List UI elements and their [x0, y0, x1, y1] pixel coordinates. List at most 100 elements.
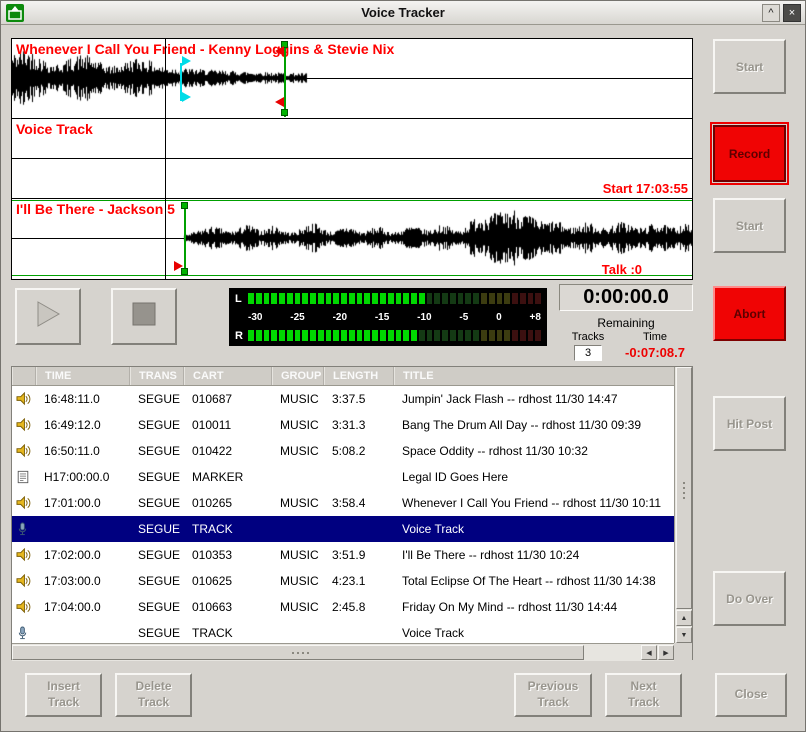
cell-cart: 010265: [184, 496, 272, 510]
table-row[interactable]: 16:48:11.0SEGUE010687MUSIC3:37.5Jumpin' …: [12, 386, 675, 412]
table-row[interactable]: 16:49:12.0SEGUE010011MUSIC3:31.3Bang The…: [12, 412, 675, 438]
cell-trans: SEGUE: [130, 392, 184, 406]
audio-level-meter: L -30-25-20-15-10-50+8 R: [229, 288, 547, 346]
segue-marker-bottom-icon[interactable]: [275, 97, 284, 107]
start-track3-button[interactable]: Start: [713, 198, 786, 253]
column-header-length[interactable]: LENGTH: [324, 367, 394, 385]
horizontal-scrollbar[interactable]: ◀ ▶: [12, 643, 675, 661]
speaker-icon: [12, 548, 36, 562]
track2-title: Voice Track: [16, 121, 93, 137]
track-start-marker-icon[interactable]: [174, 261, 183, 271]
stop-button[interactable]: [111, 288, 177, 345]
meter-right-segments: [248, 330, 541, 341]
titlebar[interactable]: Voice Tracker ^ ×: [1, 1, 805, 25]
speaker-icon: [12, 418, 36, 432]
cell-length: 3:31.3: [324, 418, 394, 432]
cell-time: H17:00:00.0: [36, 470, 130, 484]
abort-button[interactable]: Abort: [713, 286, 786, 341]
meter-left-segments: [248, 293, 541, 304]
shade-button[interactable]: ^: [762, 4, 780, 22]
fade-marker-bottom-icon[interactable]: [182, 92, 191, 102]
window-title: Voice Tracker: [1, 1, 805, 25]
stop-icon: [131, 301, 157, 332]
column-header-cart[interactable]: CART: [184, 367, 272, 385]
cell-time: 16:50:11.0: [36, 444, 130, 458]
column-header-group[interactable]: GROUP: [272, 367, 324, 385]
cell-group: MUSIC: [272, 496, 324, 510]
cell-trans: SEGUE: [130, 496, 184, 510]
cell-group: MUSIC: [272, 444, 324, 458]
cell-group: MUSIC: [272, 574, 324, 588]
segue-end-marker-line[interactable]: [284, 41, 286, 117]
cell-group: MUSIC: [272, 418, 324, 432]
scroll-down-button[interactable]: ▼: [676, 627, 692, 643]
scroll-right-button[interactable]: ▶: [658, 645, 674, 660]
column-header-time[interactable]: TIME: [36, 367, 130, 385]
cell-cart: 010422: [184, 444, 272, 458]
vertical-scrollbar-thumb[interactable]: [676, 367, 692, 609]
meter-right-label: R: [235, 330, 248, 342]
close-button[interactable]: Close: [715, 673, 787, 717]
cell-cart: 010011: [184, 418, 272, 432]
track2-panel[interactable]: Voice Track Start 17:03:55: [12, 119, 692, 199]
cell-group: MUSIC: [272, 600, 324, 614]
start-track1-button[interactable]: Start: [713, 39, 786, 94]
speaker-icon: [12, 600, 36, 614]
record-button[interactable]: Record: [713, 125, 786, 182]
next-track-button[interactable]: Next Track: [605, 673, 682, 717]
cell-trans: SEGUE: [130, 418, 184, 432]
cell-cart: TRACK: [184, 522, 272, 536]
segue-marker-top-icon[interactable]: [275, 46, 284, 56]
table-row[interactable]: 17:02:00.0SEGUE010353MUSIC3:51.9I'll Be …: [12, 542, 675, 568]
table-row[interactable]: SEGUETRACKVoice Track: [12, 516, 675, 542]
play-button[interactable]: [15, 288, 81, 345]
track2-baseline: [12, 158, 692, 159]
mic-icon: [12, 626, 36, 641]
waveform-editor[interactable]: Whenever I Call You Friend - Kenny Loggi…: [11, 38, 693, 280]
vertical-scrollbar[interactable]: ▲ ▼: [674, 367, 692, 643]
start-time-label: Start 17:03:55: [603, 181, 688, 196]
table-row[interactable]: 17:01:00.0SEGUE010265MUSIC3:58.4Whenever…: [12, 490, 675, 516]
log-table-body: 16:48:11.0SEGUE010687MUSIC3:37.5Jumpin' …: [12, 386, 675, 643]
cell-time: 17:01:00.0: [36, 496, 130, 510]
cell-cart: 010687: [184, 392, 272, 406]
hit-post-button[interactable]: Hit Post: [713, 396, 786, 451]
track1-panel[interactable]: Whenever I Call You Friend - Kenny Loggi…: [12, 39, 692, 119]
scroll-left-button[interactable]: ◀: [641, 645, 657, 660]
column-header-trans[interactable]: TRANS: [130, 367, 184, 385]
table-row[interactable]: 17:03:00.0SEGUE010625MUSIC4:23.1Total Ec…: [12, 568, 675, 594]
playout-cursor-line[interactable]: [165, 39, 166, 279]
column-header-title[interactable]: TITLE: [394, 367, 675, 385]
delete-track-button[interactable]: Delete Track: [115, 673, 192, 717]
previous-track-button[interactable]: Previous Track: [514, 673, 592, 717]
remaining-panel: Remaining Tracks 3 Time -0:07:08.7: [559, 316, 693, 361]
track-start-marker-line[interactable]: [184, 202, 186, 276]
segue-end-bottom-handle[interactable]: [281, 109, 288, 116]
track3-panel[interactable]: I'll Be There - Jackson 5 Talk :0: [12, 199, 692, 279]
column-header-icon[interactable]: [12, 367, 36, 385]
voice-tracker-window: Voice Tracker ^ × Whenever I Call You Fr…: [0, 0, 806, 732]
cell-length: 3:51.9: [324, 548, 394, 562]
time-remaining-value: -0:07:08.7: [625, 345, 685, 360]
scroll-up-button[interactable]: ▲: [676, 610, 692, 626]
table-row[interactable]: 17:04:00.0SEGUE010663MUSIC2:45.8Friday O…: [12, 594, 675, 620]
mic-icon: [12, 522, 36, 537]
speaker-icon: [12, 392, 36, 406]
cell-length: 2:45.8: [324, 600, 394, 614]
cell-trans: SEGUE: [130, 470, 184, 484]
table-row[interactable]: H17:00:00.0SEGUEMARKERLegal ID Goes Here: [12, 464, 675, 490]
log-table-header: TIMETRANSCARTGROUPLENGTHTITLE: [12, 367, 675, 386]
cell-cart: MARKER: [184, 470, 272, 484]
fade-marker-top-icon[interactable]: [182, 56, 191, 66]
cell-title: I'll Be There -- rdhost 11/30 10:24: [394, 548, 675, 562]
horizontal-scrollbar-thumb[interactable]: [12, 645, 584, 660]
tracks-label: Tracks: [572, 331, 605, 343]
do-over-button[interactable]: Do Over: [713, 571, 786, 626]
insert-track-button[interactable]: Insert Track: [25, 673, 102, 717]
close-window-button[interactable]: ×: [783, 4, 801, 22]
table-row[interactable]: SEGUETRACKVoice Track: [12, 620, 675, 643]
table-row[interactable]: 16:50:11.0SEGUE010422MUSIC5:08.2Space Od…: [12, 438, 675, 464]
cell-title: Voice Track: [394, 626, 675, 640]
remaining-label: Remaining: [559, 316, 693, 330]
track-start-top-handle[interactable]: [181, 202, 188, 209]
